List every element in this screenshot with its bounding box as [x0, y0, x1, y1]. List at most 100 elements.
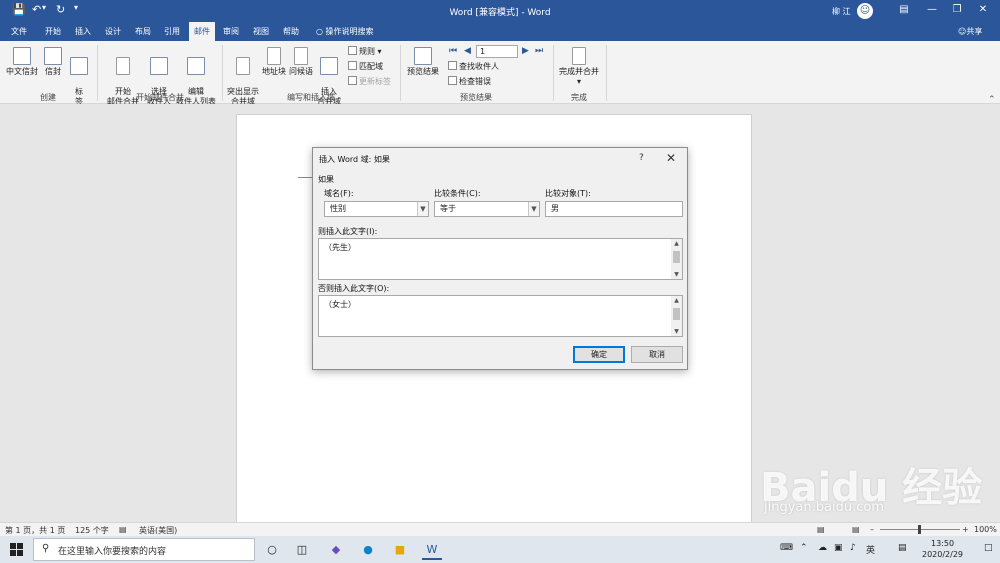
- compare-to-input[interactable]: 男: [545, 201, 683, 217]
- scroll-down-icon[interactable]: ▼: [671, 328, 682, 335]
- first-record-icon[interactable]: ⏮: [449, 46, 457, 56]
- proofing-icon[interactable]: ▤: [119, 525, 127, 534]
- user-name[interactable]: 柳 江: [832, 6, 851, 17]
- insert-text-label: 则插入此文字(I):: [318, 227, 378, 236]
- zoom-in-icon[interactable]: +: [962, 525, 969, 534]
- group-label-preview: 预览结果: [460, 93, 492, 102]
- chinese-envelope-button[interactable]: 中文信封: [4, 47, 40, 77]
- field-name-value: 性别: [330, 204, 346, 213]
- keyboard-icon[interactable]: ⌨: [780, 543, 793, 553]
- address-block-button[interactable]: 地址块: [260, 47, 288, 77]
- scrollbar[interactable]: ▲ ▼: [671, 296, 682, 336]
- page-count[interactable]: 第 1 页，共 1 页: [5, 525, 65, 536]
- share-label: 共享: [966, 27, 983, 36]
- finish-merge-button[interactable]: 完成并合并 ▾: [556, 47, 602, 87]
- comparison-value: 等于: [440, 204, 456, 213]
- language-indicator[interactable]: 英语(美国): [139, 525, 177, 536]
- avatar[interactable]: ☺: [857, 3, 873, 19]
- preview-results-button[interactable]: 预览结果: [405, 47, 441, 77]
- preview-abc-icon: [414, 47, 432, 65]
- minimize-icon[interactable]: —: [925, 4, 939, 15]
- insert-text-value: （先生）: [324, 243, 356, 252]
- scroll-thumb[interactable]: [673, 308, 680, 320]
- ime-mode-icon[interactable]: ▤: [898, 543, 907, 553]
- task-view-icon[interactable]: ◫: [292, 540, 312, 560]
- paint-3d-icon[interactable]: ◆: [326, 540, 346, 560]
- find-recipient-button[interactable]: 查找收件人: [448, 61, 499, 72]
- chinese-envelope-label: 中文信封: [6, 67, 38, 76]
- volume-icon[interactable]: ♪: [850, 543, 856, 553]
- zoom-out-icon[interactable]: –: [870, 525, 874, 534]
- rules-icon: [348, 46, 357, 55]
- help-button[interactable]: ?: [639, 153, 644, 163]
- windows-start-icon[interactable]: [10, 543, 23, 556]
- check-errors-label: 检查错误: [459, 77, 491, 86]
- tab-mailings[interactable]: 邮件: [189, 22, 215, 41]
- word-count[interactable]: 125 个字: [75, 525, 109, 536]
- close-icon[interactable]: ✕: [666, 151, 676, 165]
- previous-record-icon[interactable]: ◀: [464, 46, 471, 56]
- cloud-icon[interactable]: ☁: [818, 543, 827, 553]
- scroll-up-icon[interactable]: ▲: [671, 240, 682, 247]
- match-fields-button[interactable]: 匹配域: [348, 61, 383, 72]
- tab-design[interactable]: 设计: [105, 26, 121, 37]
- preview-results-label: 预览结果: [407, 67, 439, 76]
- read-mode-icon[interactable]: ▤: [817, 525, 825, 534]
- notifications-icon[interactable]: □: [984, 543, 993, 553]
- network-icon[interactable]: ▣: [834, 543, 843, 553]
- tab-references[interactable]: 引用: [164, 26, 180, 37]
- tab-home[interactable]: 开始: [45, 26, 61, 37]
- scrollbar[interactable]: ▲ ▼: [671, 239, 682, 279]
- cancel-button[interactable]: 取消: [631, 346, 683, 363]
- find-recipient-icon: [448, 61, 457, 70]
- show-hidden-icons[interactable]: ⌃: [800, 543, 808, 553]
- labels-icon: [70, 57, 88, 75]
- scroll-thumb[interactable]: [673, 251, 680, 263]
- tab-file[interactable]: 文件: [11, 26, 27, 37]
- taskbar-search-input[interactable]: ⚲ 在这里输入你要搜索的内容: [33, 538, 255, 561]
- chevron-down-icon[interactable]: ▼: [528, 202, 539, 216]
- greeting-line-button[interactable]: 问候语: [287, 47, 315, 77]
- scroll-down-icon[interactable]: ▼: [671, 271, 682, 278]
- insert-text-area[interactable]: （先生） ▲ ▼: [318, 238, 683, 280]
- otherwise-text-area[interactable]: （女士） ▲ ▼: [318, 295, 683, 337]
- share-button[interactable]: ☺共享: [958, 26, 982, 37]
- last-record-icon[interactable]: ⏭: [535, 46, 543, 56]
- tab-help[interactable]: 帮助: [283, 26, 299, 37]
- find-recipient-label: 查找收件人: [459, 62, 499, 71]
- baidu-watermark-url: jingyan.baidu.com: [764, 500, 884, 515]
- update-labels-button[interactable]: 更新标签: [348, 76, 391, 87]
- envelope-icon: [44, 47, 62, 65]
- ime-indicator[interactable]: 英: [866, 543, 875, 556]
- print-layout-icon[interactable]: ▤: [852, 525, 860, 534]
- tab-layout[interactable]: 布局: [135, 26, 151, 37]
- tab-insert[interactable]: 插入: [75, 26, 91, 37]
- chevron-down-icon[interactable]: ▼: [417, 202, 428, 216]
- tell-me-search[interactable]: ○ 操作说明搜索: [316, 26, 374, 37]
- rules-button[interactable]: 规则 ▾: [348, 46, 382, 57]
- rules-label: 规则: [359, 47, 375, 56]
- group-separator: [553, 45, 554, 101]
- ok-button[interactable]: 确定: [573, 346, 625, 363]
- check-errors-button[interactable]: 检查错误: [448, 76, 491, 87]
- tab-review[interactable]: 审阅: [223, 26, 239, 37]
- restore-icon[interactable]: ❐: [950, 4, 964, 15]
- scroll-up-icon[interactable]: ▲: [671, 297, 682, 304]
- close-window-icon[interactable]: ✕: [976, 4, 990, 15]
- file-explorer-icon[interactable]: ■: [390, 540, 410, 560]
- envelope-button[interactable]: 信封: [41, 47, 65, 77]
- zoom-slider-thumb[interactable]: [918, 525, 921, 534]
- word-app-icon[interactable]: W: [422, 540, 442, 560]
- tab-view[interactable]: 视图: [253, 26, 269, 37]
- record-number-input[interactable]: 1: [476, 45, 518, 58]
- field-name-combo[interactable]: 性别 ▼: [324, 201, 429, 217]
- ribbon-display-options-icon[interactable]: ▤: [897, 4, 911, 15]
- check-errors-icon: [448, 76, 457, 85]
- clock-time: 13:50: [930, 539, 955, 548]
- next-record-icon[interactable]: ▶: [522, 46, 529, 56]
- clock[interactable]: 13:50 2020/2/29: [922, 538, 963, 560]
- zoom-level[interactable]: 100%: [974, 525, 997, 534]
- app-icon[interactable]: ●: [358, 540, 378, 560]
- cortana-icon[interactable]: ○: [262, 540, 282, 560]
- comparison-combo[interactable]: 等于 ▼: [434, 201, 540, 217]
